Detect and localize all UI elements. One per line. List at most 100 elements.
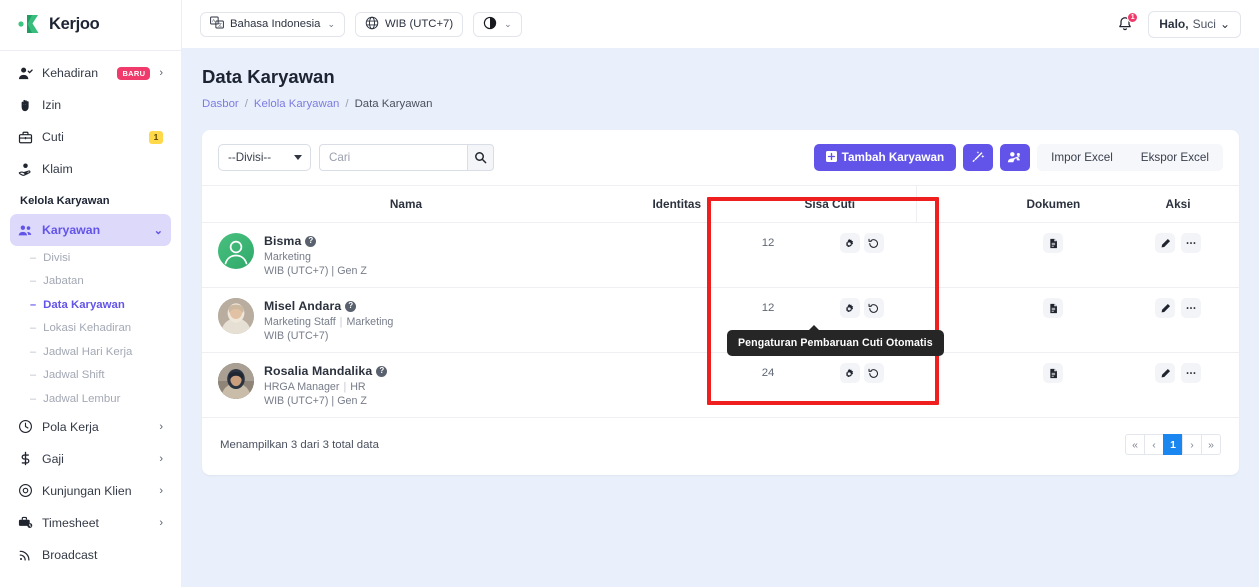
clock-icon bbox=[18, 419, 33, 434]
document-button[interactable] bbox=[1043, 233, 1064, 253]
chevron-down-icon: ⌄ bbox=[1219, 17, 1230, 31]
chevron-down-icon: ⌄ bbox=[504, 18, 512, 29]
avatar[interactable] bbox=[218, 298, 254, 334]
page-next-button[interactable]: › bbox=[1182, 434, 1202, 455]
import-excel-button[interactable]: Impor Excel bbox=[1037, 144, 1127, 171]
breadcrumb-separator: / bbox=[244, 98, 248, 110]
language-selector[interactable]: A 文 Bahasa Indonesia ⌄ bbox=[200, 11, 345, 37]
sidebar-subitem-lokasi-kehadiran[interactable]: – Lokasi Kehadiran bbox=[20, 317, 171, 341]
sidebar-item-timesheet[interactable]: Timesheet › bbox=[10, 507, 171, 539]
leave-settings-button[interactable] bbox=[839, 298, 860, 318]
role-separator: | bbox=[343, 381, 347, 393]
page-title: Data Karyawan bbox=[202, 66, 335, 87]
sidebar-item-gaji[interactable]: Gaji › bbox=[10, 443, 171, 475]
page-1-button[interactable]: 1 bbox=[1163, 434, 1183, 455]
avatar[interactable] bbox=[218, 363, 254, 399]
help-icon[interactable]: ? bbox=[345, 300, 357, 312]
sidebar-item-karyawan[interactable]: Karyawan ⌄ bbox=[10, 214, 171, 246]
edit-button[interactable] bbox=[1155, 233, 1176, 253]
sidebar-item-broadcast[interactable]: Broadcast bbox=[10, 539, 171, 571]
ellipsis-icon bbox=[1186, 307, 1196, 309]
broadcast-icon bbox=[18, 547, 33, 562]
sidebar-subitem-jabatan[interactable]: – Jabatan bbox=[20, 270, 171, 294]
sidebar-item-label: Kunjungan Klien bbox=[42, 483, 132, 498]
leave-history-button[interactable] bbox=[863, 363, 884, 383]
bulk-users-button[interactable] bbox=[1000, 144, 1031, 171]
user-menu[interactable]: Halo, Suci ⌄ bbox=[1148, 10, 1241, 38]
gear-icon bbox=[846, 303, 854, 312]
more-actions-button[interactable] bbox=[1181, 233, 1202, 253]
more-actions-button[interactable] bbox=[1181, 298, 1202, 318]
cell-aksi bbox=[1117, 222, 1239, 288]
sidebar-item-izin[interactable]: Izin bbox=[10, 89, 171, 121]
sidebar-subitem-jadwal-hari-kerja[interactable]: – Jadwal Hari Kerja bbox=[20, 340, 171, 364]
avatar[interactable] bbox=[218, 233, 254, 269]
help-icon[interactable]: ? bbox=[305, 235, 317, 247]
sidebar-subitem-jadwal-lembur[interactable]: – Jadwal Lembur bbox=[20, 387, 171, 411]
th-aksi[interactable]: Aksi bbox=[1117, 185, 1239, 223]
th-nama[interactable]: Nama bbox=[202, 185, 610, 223]
document-actions bbox=[998, 363, 1109, 383]
th-identitas[interactable]: Identitas bbox=[609, 185, 744, 223]
briefcase-icon bbox=[18, 130, 33, 145]
leave-settings-button[interactable] bbox=[839, 363, 860, 383]
translate-icon: A 文 bbox=[210, 16, 224, 32]
leave-settings-button[interactable] bbox=[839, 233, 860, 253]
breadcrumb-dasbor[interactable]: Dasbor bbox=[202, 98, 239, 110]
th-sisa-cuti[interactable]: Sisa Cuti bbox=[743, 185, 917, 223]
sidebar-subitem-data-karyawan[interactable]: – Data Karyawan bbox=[20, 293, 171, 317]
sidebar-subitem-label: Jadwal Lembur bbox=[43, 392, 121, 405]
sidebar-item-kehadiran[interactable]: Kehadiran BARU › bbox=[10, 57, 171, 89]
timezone-selector[interactable]: WIB (UTC+7) bbox=[355, 11, 464, 37]
sidebar-subitem-divisi[interactable]: – Divisi bbox=[20, 246, 171, 270]
ellipsis-icon bbox=[1186, 242, 1196, 244]
cell-nama: Rosalia Mandalika ? HRGA Manager | HR WI… bbox=[202, 352, 610, 418]
edit-button[interactable] bbox=[1155, 363, 1176, 383]
page-first-button[interactable]: « bbox=[1125, 434, 1145, 455]
chevron-right-icon: › bbox=[159, 516, 163, 529]
edit-button[interactable] bbox=[1155, 298, 1176, 318]
search-button[interactable] bbox=[467, 144, 494, 171]
th-dokumen[interactable]: Dokumen bbox=[989, 185, 1118, 223]
sidebar-item-cuti[interactable]: Cuti 1 bbox=[10, 121, 171, 153]
add-employee-button[interactable]: Tambah Karyawan bbox=[813, 144, 957, 171]
search-input[interactable] bbox=[319, 144, 467, 171]
sidebar-item-klaim[interactable]: Klaim bbox=[10, 153, 171, 185]
tooltip-text: Pengaturan Pembaruan Cuti Otomatis bbox=[738, 337, 933, 349]
sidebar-item-kunjungan-klien[interactable]: Kunjungan Klien › bbox=[10, 475, 171, 507]
document-button[interactable] bbox=[1043, 298, 1064, 318]
cell-nama: Bisma ? Marketing WIB (UTC+7) | Gen Z bbox=[202, 222, 610, 288]
history-icon bbox=[868, 238, 879, 248]
cell-aksi bbox=[1117, 352, 1239, 418]
magic-wand-button[interactable] bbox=[963, 144, 994, 171]
sidebar-subitem-label: Data Karyawan bbox=[43, 298, 125, 311]
svg-text:A: A bbox=[212, 18, 215, 23]
sidebar-item-pola-kerja[interactable]: Pola Kerja › bbox=[10, 411, 171, 443]
theme-toggle[interactable]: ⌄ bbox=[473, 11, 522, 37]
leave-history-button[interactable] bbox=[863, 298, 884, 318]
table-toolbar: --Divisi-- Cari Tambah Karyawan Impor Ex… bbox=[202, 130, 1239, 185]
division-filter[interactable]: --Divisi-- bbox=[218, 144, 311, 171]
main-area: A 文 Bahasa Indonesia ⌄ WIB (UTC+7) ⌄ 1 H… bbox=[182, 0, 1259, 587]
employee-name: Misel Andara bbox=[264, 299, 342, 313]
kerjoo-logo-icon bbox=[18, 13, 44, 35]
employee-division: Marketing bbox=[346, 316, 394, 328]
export-excel-button[interactable]: Ekspor Excel bbox=[1127, 144, 1223, 171]
document-button[interactable] bbox=[1043, 363, 1064, 383]
person-info: Misel Andara ? Marketing Staff | Marketi… bbox=[264, 298, 393, 342]
breadcrumb-current: Data Karyawan bbox=[354, 98, 433, 110]
help-icon[interactable]: ? bbox=[376, 365, 388, 377]
person-info: Bisma ? Marketing WIB (UTC+7) | Gen Z bbox=[264, 233, 367, 277]
sidebar-subitem-jadwal-shift[interactable]: – Jadwal Shift bbox=[20, 364, 171, 388]
sidebar-section-title: Kelola Karyawan bbox=[20, 195, 110, 207]
page-prev-button[interactable]: ‹ bbox=[1144, 434, 1164, 455]
logo[interactable]: Kerjoo bbox=[0, 0, 181, 48]
employee-name: Rosalia Mandalika bbox=[264, 364, 373, 378]
more-actions-button[interactable] bbox=[1181, 363, 1202, 383]
notifications-button[interactable]: 1 bbox=[1112, 11, 1139, 37]
dash-marker: – bbox=[30, 251, 37, 264]
breadcrumb-kelola-karyawan[interactable]: Kelola Karyawan bbox=[254, 98, 339, 110]
page-last-button[interactable]: » bbox=[1201, 434, 1221, 455]
history-icon bbox=[868, 303, 879, 313]
leave-history-button[interactable] bbox=[863, 233, 884, 253]
